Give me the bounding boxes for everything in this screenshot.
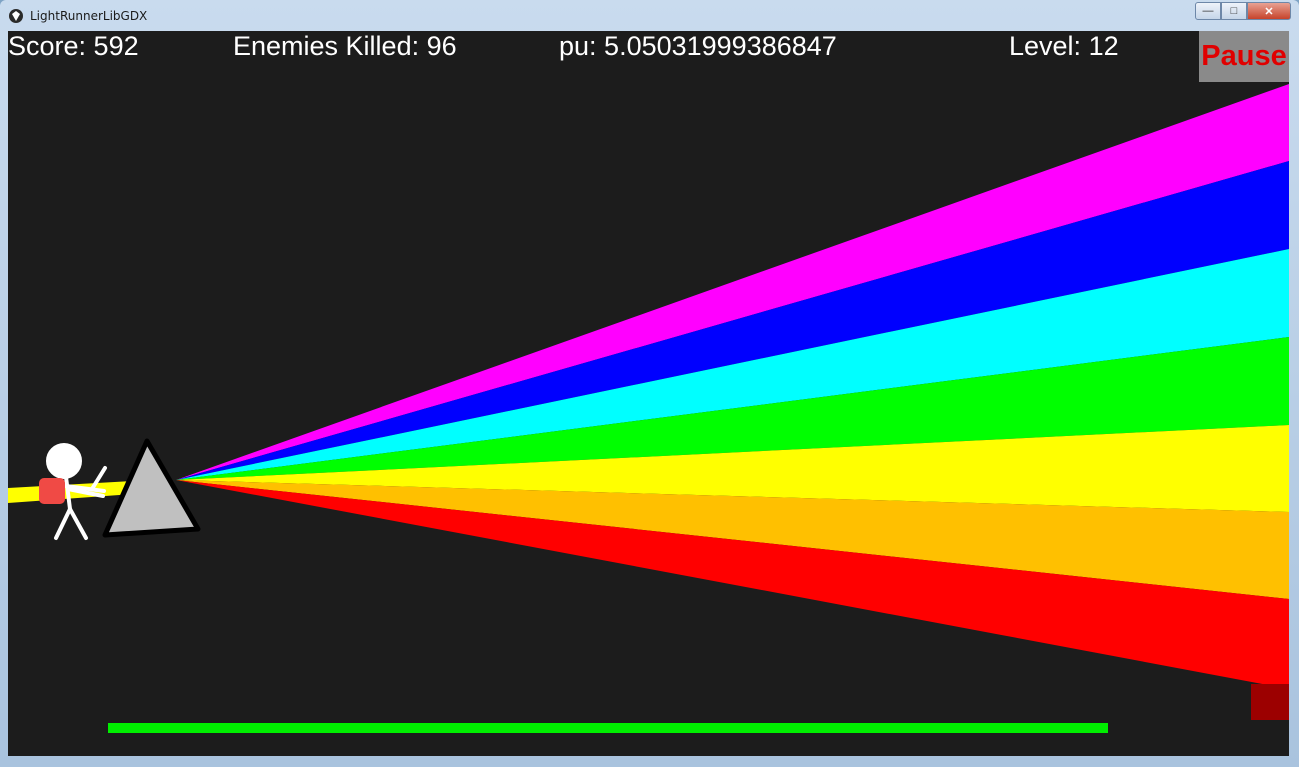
window-title: LightRunnerLibGDX [30,9,148,23]
pu-label: pu: [559,31,605,61]
power-bar [108,723,1108,733]
maximize-button[interactable]: □ [1221,2,1247,20]
minimize-button[interactable]: — [1195,2,1221,20]
title-bar[interactable]: LightRunnerLibGDX — □ ✕ [0,0,1299,32]
pu-value: 5.05031999386847 [604,31,837,61]
pu-display: pu: 5.05031999386847 [559,31,837,62]
player-red-pack [39,478,65,504]
game-canvas[interactable]: Score: 592 Enemies Killed: 96 pu: 5.0503… [8,31,1289,756]
window-controls: — □ ✕ [1195,2,1291,22]
close-icon: ✕ [1264,5,1274,18]
pause-button[interactable]: Pause [1199,31,1289,82]
level-display: Level: 12 [1009,31,1119,62]
window-frame: LightRunnerLibGDX — □ ✕ Score: 592 Enemi… [0,0,1299,767]
score-label: Score: [8,31,94,61]
minimize-icon: — [1202,5,1214,17]
power-bar-fill [108,723,1108,733]
game-scene [8,84,1289,689]
close-button[interactable]: ✕ [1247,2,1291,20]
enemies-killed-display: Enemies Killed: 96 [233,31,457,62]
score-value: 592 [93,31,139,61]
level-label: Level: [1009,31,1089,61]
enemies-label: Enemies Killed: [233,31,427,61]
score-display: Score: 592 [8,31,139,62]
app-icon [9,9,23,23]
level-value: 12 [1088,31,1119,61]
enemies-value: 96 [426,31,457,61]
enemy-block [1251,684,1289,720]
maximize-icon: □ [1230,5,1238,17]
